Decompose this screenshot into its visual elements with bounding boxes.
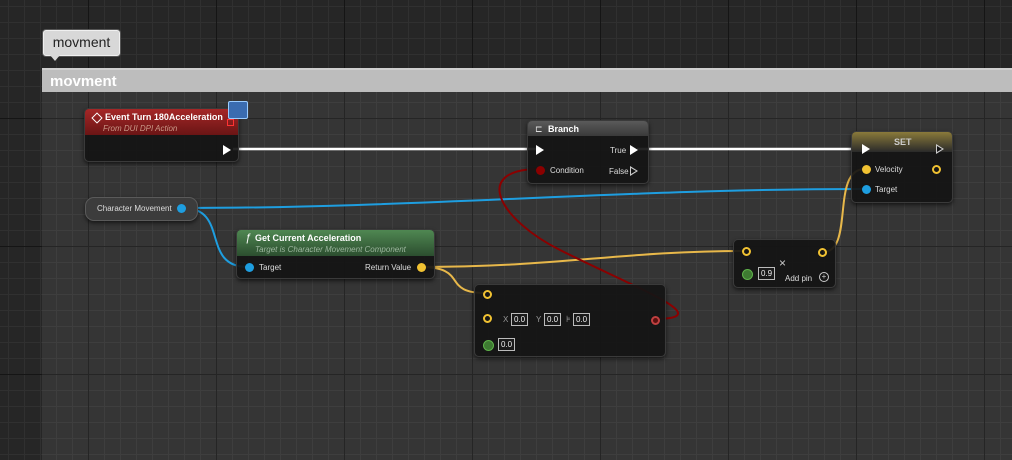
branch-condition-label: Condition [550, 166, 584, 175]
vector-float-pin[interactable] [483, 340, 494, 351]
event-exec-out-pin[interactable] [223, 145, 231, 155]
branch-node[interactable]: ⊏ Branch True Condition False [527, 120, 649, 184]
input-action-icon [228, 101, 248, 119]
set-target-label: Target [875, 185, 898, 194]
vector-in-pin[interactable] [483, 290, 492, 299]
get-accel-title: Get Current Acceleration [255, 233, 362, 243]
wires-layer [182, 147, 866, 320]
add-pin-icon[interactable]: + [819, 272, 829, 282]
branch-icon: ⊏ [535, 124, 543, 134]
branch-header: ⊏ Branch [528, 121, 648, 136]
set-exec-in-pin[interactable] [862, 144, 870, 154]
multiply-float-pin[interactable] [742, 269, 753, 280]
character-movement-variable[interactable]: Character Movement [85, 197, 198, 221]
vector-x-field[interactable]: 0.0 [511, 313, 529, 326]
vector-node[interactable]: X 0.0 Y 0.0 ⊧ 0.0 0.0 [474, 284, 666, 357]
get-accel-return-label: Return Value [365, 263, 412, 272]
event-node-title: Event Turn 180Acceleration [105, 112, 223, 122]
set-velocity-label: Velocity [875, 165, 903, 174]
add-pin-label[interactable]: Add pin [785, 274, 812, 283]
event-diamond-icon [91, 112, 103, 124]
get-accel-header: ƒ Get Current Acceleration Target is Cha… [237, 230, 434, 256]
vector-y-field[interactable]: 0.0 [544, 313, 562, 326]
multiply-value-field[interactable]: 0.9 [758, 267, 776, 280]
branch-exec-in-pin[interactable] [536, 145, 544, 155]
multiply-vector-in-pin[interactable] [742, 247, 751, 256]
vector-z-icon: ⊧ [566, 314, 571, 324]
branch-false-pin[interactable] [630, 166, 638, 176]
get-accel-subtitle: Target is Character Movement Component [255, 245, 406, 254]
branch-condition-pin[interactable] [536, 166, 545, 175]
set-node[interactable]: SET Velocity Target [851, 131, 953, 203]
vector-z-field[interactable]: 0.0 [573, 313, 591, 326]
get-accel-target-pin[interactable] [245, 263, 254, 272]
multiply-result-pin[interactable] [818, 248, 827, 257]
set-velocity-out-pin[interactable] [932, 165, 941, 174]
output-delegate-pin[interactable] [227, 119, 234, 126]
vector-bool-pin[interactable] [651, 316, 660, 325]
vector-float-field[interactable]: 0.0 [498, 338, 516, 351]
get-accel-return-pin[interactable] [417, 263, 426, 272]
set-velocity-pin[interactable] [862, 165, 871, 174]
multiply-icon: × [779, 256, 787, 270]
vector-wire-return-multiply [419, 250, 746, 268]
set-target-pin[interactable] [862, 185, 871, 194]
branch-true-pin[interactable] [630, 145, 638, 155]
character-movement-out-pin[interactable] [177, 204, 186, 213]
character-movement-label: Character Movement [97, 204, 172, 213]
object-wire-movement-target [182, 188, 864, 209]
set-title: SET [894, 137, 912, 147]
event-node-header: Event Turn 180Acceleration From DUI DPI … [85, 109, 238, 135]
event-node[interactable]: Event Turn 180Acceleration From DUI DPI … [84, 108, 239, 162]
event-node-subtitle: From DUI DPI Action [103, 124, 178, 133]
branch-false-label: False [609, 167, 629, 176]
get-current-acceleration-node[interactable]: ƒ Get Current Acceleration Target is Cha… [236, 229, 435, 279]
set-exec-out-pin[interactable] [936, 144, 944, 154]
function-icon: ƒ [245, 232, 252, 244]
branch-true-label: True [610, 146, 627, 155]
get-accel-target-label: Target [259, 263, 282, 272]
multiply-node[interactable]: × 0.9 Add pin + [733, 239, 836, 288]
vector-y-label: Y [536, 315, 542, 324]
vector-xyz-pin[interactable] [483, 314, 492, 323]
branch-title: Branch [548, 124, 580, 134]
vector-x-label: X [503, 315, 509, 324]
